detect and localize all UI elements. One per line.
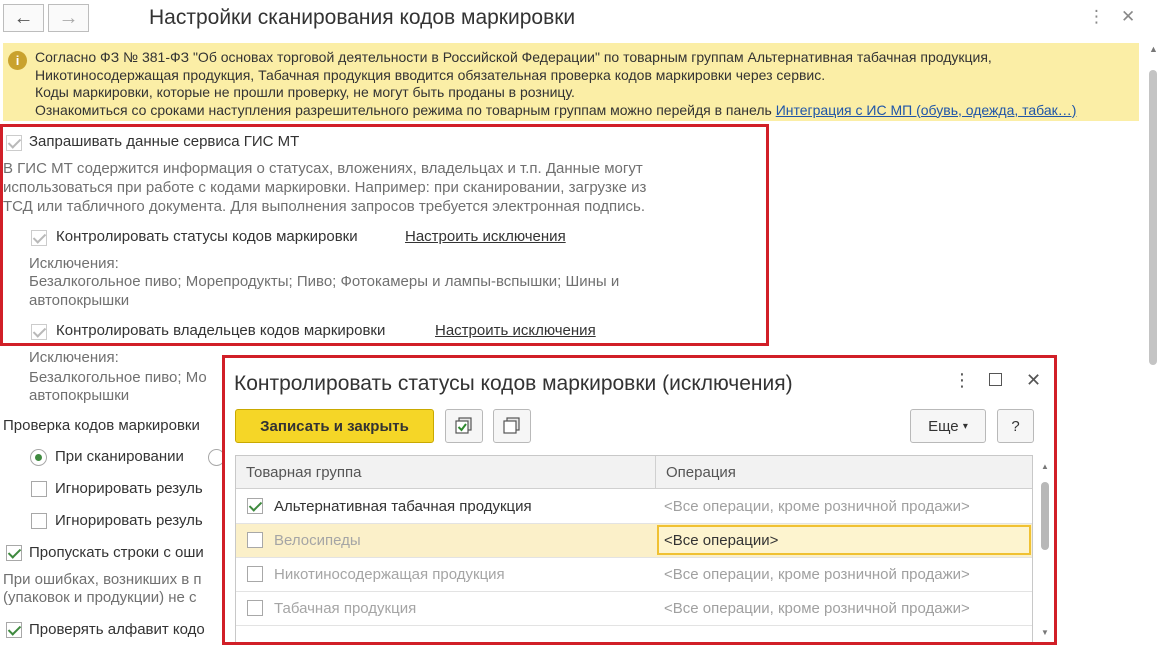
close-icon[interactable]: ✕ [1121, 7, 1135, 27]
save-and-close-button[interactable]: Записать и закрыть [235, 409, 434, 443]
back-button[interactable]: ← [3, 4, 44, 32]
exceptions-dialog: Контролировать статусы кодов маркировки … [222, 355, 1057, 645]
table-header: Товарная группа Операция [236, 456, 1032, 489]
banner-line: Никотиносодержащая продукция, Табачная п… [35, 66, 826, 83]
exceptions-list: Безалкогольное пиво; Мо [29, 369, 207, 386]
ignore-result-checkbox[interactable] [31, 513, 47, 529]
banner-line: Согласно ФЗ № 381-ФЗ "Об основах торгово… [35, 49, 992, 65]
check-alphabet-label: Проверять алфавит кодо [29, 621, 205, 638]
row-operation[interactable]: <Все операции, кроме розничной продажи> [664, 566, 970, 583]
table-row[interactable]: Альтернативная табачная продукция <Все о… [236, 490, 1032, 524]
scrollbar-thumb[interactable] [1041, 482, 1049, 550]
ignore-result-label: Игнорировать резуль [55, 512, 203, 529]
scroll-down-icon[interactable]: ▼ [1041, 628, 1049, 637]
check-all-icon [455, 417, 472, 434]
scroll-up-icon[interactable]: ▲ [1041, 462, 1049, 471]
arrow-left-icon: ← [13, 6, 34, 29]
banner-line: Ознакомиться со сроками наступления разр… [35, 102, 1076, 120]
errors-description: При ошибках, возникших в п [3, 571, 202, 588]
info-icon: i [8, 51, 27, 70]
row-operation[interactable]: <Все операции, кроме розничной продажи> [664, 600, 970, 617]
info-banner: i Согласно ФЗ № 381-ФЗ "Об основах торго… [3, 43, 1139, 121]
table-scrollbar[interactable]: ▲ ▼ [1039, 458, 1051, 642]
row-checkbox[interactable] [247, 566, 263, 582]
chevron-down-icon: ▾ [962, 420, 968, 432]
banner-text: Ознакомиться со сроками наступления разр… [35, 101, 776, 118]
more-actions-label: Еще [928, 417, 959, 435]
exceptions-list: автопокрышки [29, 387, 130, 404]
forward-button[interactable]: → [48, 4, 89, 32]
close-icon[interactable]: ✕ [1026, 370, 1041, 391]
row-checkbox[interactable] [247, 532, 263, 548]
check-all-button[interactable] [445, 409, 483, 443]
column-header-operation[interactable]: Операция [666, 464, 736, 481]
more-menu-icon[interactable]: ⋮ [1088, 7, 1105, 27]
row-group: Велосипеды [274, 532, 361, 549]
row-operation[interactable]: <Все операции> [664, 532, 778, 549]
maximize-icon[interactable] [989, 373, 1002, 386]
column-header-group[interactable]: Товарная группа [246, 464, 361, 481]
table-row[interactable]: Никотиносодержащая продукция <Все операц… [236, 558, 1032, 592]
on-scan-radio[interactable] [30, 449, 47, 466]
row-group: Альтернативная табачная продукция [274, 498, 532, 515]
integration-link[interactable]: Интеграция с ИС МП (обувь, одежда, табак… [776, 102, 1077, 118]
row-checkbox[interactable] [247, 498, 263, 514]
row-operation[interactable]: <Все операции, кроме розничной продажи> [664, 498, 970, 515]
check-alphabet-checkbox[interactable] [6, 622, 22, 638]
row-group: Табачная продукция [274, 600, 417, 617]
ignore-result-label: Игнорировать резуль [55, 480, 203, 497]
errors-description: (упаковок и продукции) не с [3, 589, 197, 606]
skip-rows-checkbox[interactable] [6, 545, 22, 561]
row-group: Никотиносодержащая продукция [274, 566, 505, 583]
exceptions-title: Исключения: [29, 349, 119, 366]
column-divider[interactable] [655, 456, 656, 489]
more-actions-button[interactable]: Еще ▾ [910, 409, 986, 443]
scrollbar-thumb[interactable] [1149, 70, 1157, 365]
check-section-title: Проверка кодов маркировки [3, 417, 200, 434]
on-scan-label: При сканировании [55, 448, 184, 465]
highlight-frame [0, 124, 769, 346]
arrow-right-icon: → [58, 6, 79, 29]
ignore-result-checkbox[interactable] [31, 481, 47, 497]
table-row[interactable]: Табачная продукция <Все операции, кроме … [236, 592, 1032, 626]
uncheck-all-button[interactable] [493, 409, 531, 443]
scroll-up-icon[interactable]: ▲ [1149, 44, 1158, 54]
help-button[interactable]: ? [997, 409, 1034, 443]
page-title: Настройки сканирования кодов маркировки [149, 6, 576, 29]
banner-line: Коды маркировки, которые не прошли прове… [35, 84, 575, 100]
main-scrollbar[interactable]: ▲ [1145, 40, 1161, 647]
exceptions-table: Товарная группа Операция Альтернативная … [235, 455, 1033, 642]
uncheck-all-icon [503, 417, 520, 434]
row-checkbox[interactable] [247, 600, 263, 616]
more-menu-icon[interactable]: ⋮ [953, 370, 971, 391]
dialog-title: Контролировать статусы кодов маркировки … [234, 372, 793, 395]
skip-rows-label: Пропускать строки с оши [29, 544, 204, 561]
table-row-selected[interactable]: Велосипеды <Все операции> [236, 524, 1032, 558]
